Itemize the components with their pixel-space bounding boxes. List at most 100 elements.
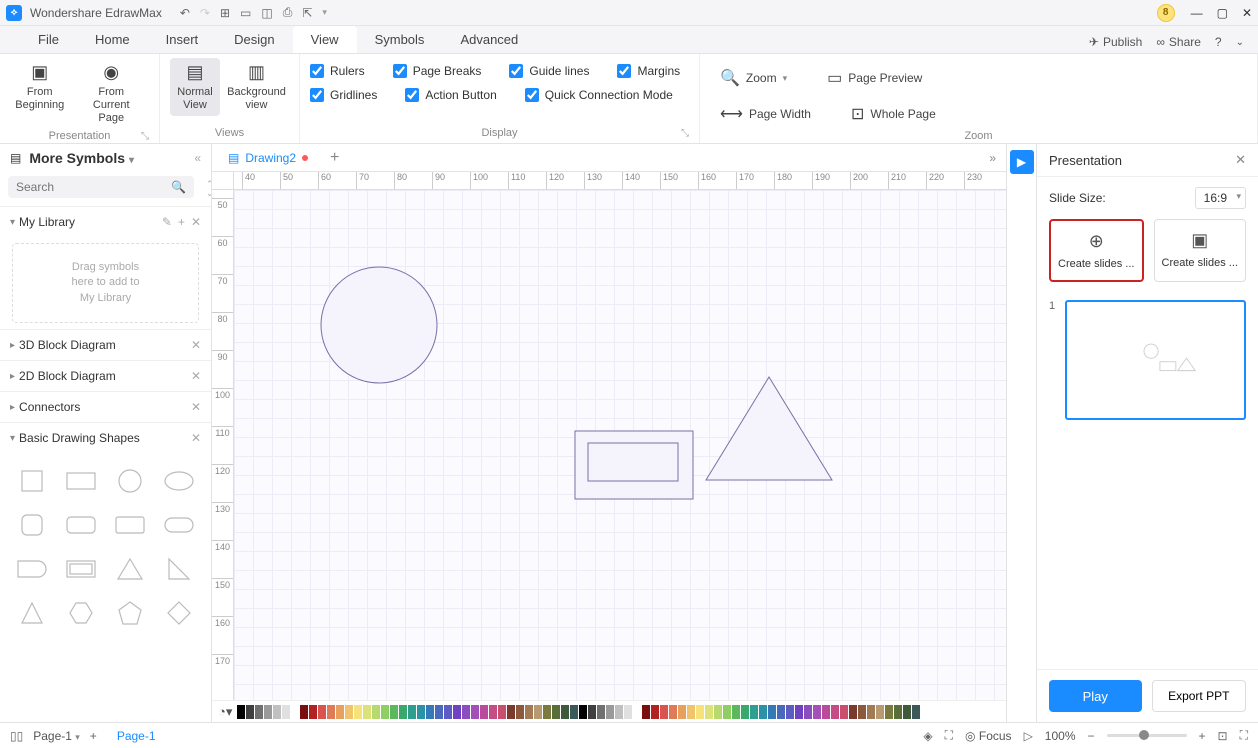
color-swatch[interactable] <box>696 705 704 719</box>
color-swatch[interactable] <box>426 705 434 719</box>
shape-rounded-rect[interactable] <box>61 507 102 543</box>
symbol-search[interactable]: 🔍 <box>8 176 194 198</box>
add-page-icon[interactable]: + <box>90 729 97 743</box>
background-view-button[interactable]: ▥ Background view <box>224 58 289 116</box>
color-swatch[interactable] <box>372 705 380 719</box>
shape-stadium[interactable] <box>12 551 53 587</box>
shape-rounded-rect2[interactable] <box>110 507 151 543</box>
search-icon[interactable]: 🔍 <box>171 180 186 194</box>
color-swatch[interactable] <box>723 705 731 719</box>
color-swatch[interactable] <box>876 705 884 719</box>
shape-triangle-up[interactable] <box>12 595 53 631</box>
color-swatch[interactable] <box>273 705 281 719</box>
section-basic-shapes[interactable]: ▾Basic Drawing Shapes✕ <box>0 423 211 453</box>
presentation-mode-button[interactable]: ▶ <box>1010 150 1034 174</box>
close-icon[interactable]: ✕ <box>1242 6 1252 20</box>
color-swatch[interactable] <box>318 705 326 719</box>
color-swatch[interactable] <box>642 705 650 719</box>
color-swatch[interactable] <box>669 705 677 719</box>
page-selector[interactable]: Page-1 ▾ <box>33 729 80 743</box>
color-swatch[interactable] <box>741 705 749 719</box>
color-swatch[interactable] <box>606 705 614 719</box>
play-status-icon[interactable]: ▷ <box>1024 729 1033 743</box>
horizontal-ruler[interactable]: 4050607080901001101201301401501601701801… <box>234 172 1006 190</box>
color-swatch[interactable] <box>912 705 920 719</box>
publish-button[interactable]: ✈Publish <box>1089 35 1142 49</box>
color-swatch[interactable] <box>795 705 803 719</box>
color-swatch[interactable] <box>624 705 632 719</box>
color-swatch[interactable] <box>381 705 389 719</box>
color-swatch[interactable] <box>561 705 569 719</box>
tab-file[interactable]: File <box>20 26 77 53</box>
from-beginning-button[interactable]: ▣ From Beginning <box>10 58 70 116</box>
symbol-search-input[interactable] <box>16 180 171 194</box>
color-swatch[interactable] <box>435 705 443 719</box>
color-swatch[interactable] <box>651 705 659 719</box>
fit-width-icon[interactable]: ⛶ <box>1240 728 1248 743</box>
color-swatch[interactable] <box>246 705 254 719</box>
color-swatch[interactable] <box>345 705 353 719</box>
color-swatch[interactable] <box>336 705 344 719</box>
gridlines-checkbox[interactable]: Gridlines <box>310 88 377 102</box>
page-breaks-checkbox[interactable]: Page Breaks <box>393 64 482 78</box>
color-swatch[interactable] <box>507 705 515 719</box>
shape-frame-instance[interactable] <box>574 430 694 500</box>
guide-lines-checkbox[interactable]: Guide lines <box>509 64 589 78</box>
shape-hexagon[interactable] <box>61 595 102 631</box>
color-swatch[interactable] <box>786 705 794 719</box>
canvas[interactable] <box>234 190 1006 700</box>
color-swatch[interactable] <box>399 705 407 719</box>
shape-frame[interactable] <box>61 551 102 587</box>
quick-connection-checkbox[interactable]: Quick Connection Mode <box>525 88 673 102</box>
color-swatch[interactable] <box>552 705 560 719</box>
vertical-ruler[interactable]: 5060708090100110120130140150160170 <box>212 190 234 700</box>
page-tab[interactable]: Page-1 <box>107 729 166 743</box>
tab-view[interactable]: View <box>293 26 357 53</box>
color-swatch[interactable] <box>390 705 398 719</box>
color-swatch[interactable] <box>525 705 533 719</box>
library-drop-zone[interactable]: Drag symbols here to add to My Library <box>12 243 199 323</box>
color-swatch[interactable] <box>309 705 317 719</box>
color-swatch[interactable] <box>849 705 857 719</box>
color-swatch[interactable] <box>804 705 812 719</box>
section-2d-block[interactable]: ▸2D Block Diagram✕ <box>0 361 211 391</box>
color-swatch[interactable] <box>633 705 641 719</box>
close-library-icon[interactable]: ✕ <box>191 215 201 229</box>
my-library-section[interactable]: ▾ My Library ✎+✕ <box>0 207 211 237</box>
section-3d-block[interactable]: ▸3D Block Diagram✕ <box>0 330 211 360</box>
color-swatch[interactable] <box>570 705 578 719</box>
edit-library-icon[interactable]: ✎ <box>162 215 172 229</box>
normal-view-button[interactable]: ▤ Normal View <box>170 58 220 116</box>
color-swatch[interactable] <box>579 705 587 719</box>
fit-page-icon[interactable]: ⊡ <box>1218 729 1228 743</box>
color-swatch[interactable] <box>660 705 668 719</box>
rulers-checkbox[interactable]: Rulers <box>310 64 365 78</box>
document-tab[interactable]: ▤ Drawing2 <box>218 147 318 169</box>
color-swatch[interactable] <box>777 705 785 719</box>
whole-page-button[interactable]: ⊡Whole Page <box>841 98 946 130</box>
tab-insert[interactable]: Insert <box>148 26 217 53</box>
play-button[interactable]: Play <box>1049 680 1142 712</box>
color-swatch[interactable] <box>615 705 623 719</box>
minimize-icon[interactable]: — <box>1191 6 1203 20</box>
color-swatch[interactable] <box>534 705 542 719</box>
page-width-button[interactable]: ⟷Page Width <box>710 98 821 130</box>
action-button-checkbox[interactable]: Action Button <box>405 88 496 102</box>
color-swatch[interactable] <box>327 705 335 719</box>
shape-circle[interactable] <box>110 463 151 499</box>
tab-symbols[interactable]: Symbols <box>357 26 443 53</box>
section-connectors[interactable]: ▸Connectors✕ <box>0 392 211 422</box>
color-swatch[interactable] <box>831 705 839 719</box>
color-swatch[interactable] <box>678 705 686 719</box>
color-swatch[interactable] <box>732 705 740 719</box>
close-section-icon[interactable]: ✕ <box>191 431 201 445</box>
share-button[interactable]: ∞Share <box>1156 35 1201 49</box>
undo-icon[interactable]: ↶ <box>180 6 190 20</box>
tab-design[interactable]: Design <box>216 26 292 53</box>
color-swatch[interactable] <box>462 705 470 719</box>
shape-rectangle[interactable] <box>61 463 102 499</box>
color-swatch[interactable] <box>894 705 902 719</box>
layers-icon[interactable]: ◈ <box>923 729 932 743</box>
symbols-panel-title[interactable]: More Symbols ▾ <box>29 150 186 166</box>
color-swatch[interactable] <box>237 705 245 719</box>
